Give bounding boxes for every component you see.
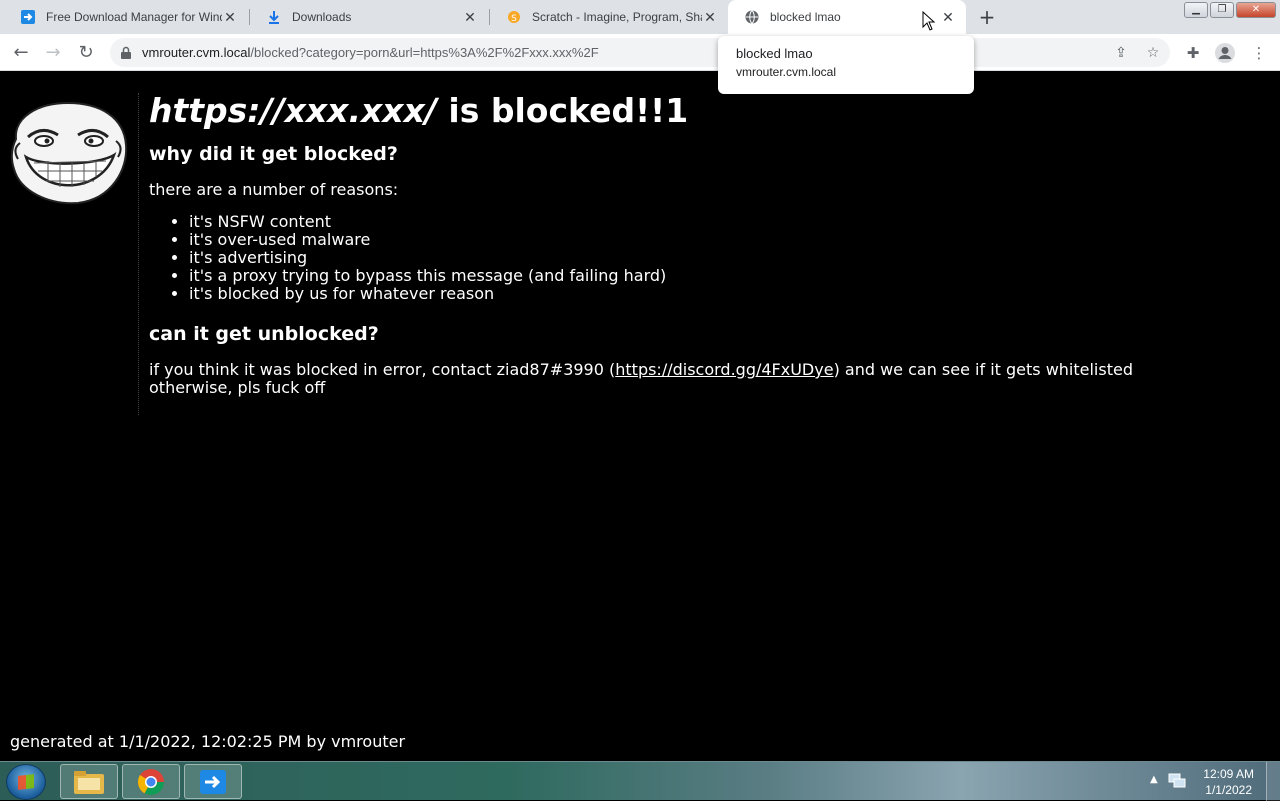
- address-bar[interactable]: vmrouter.cvm.local/blocked?category=porn…: [110, 38, 1170, 67]
- menu-kebab-icon[interactable]: ⋮: [1248, 42, 1270, 64]
- tab-title: Downloads: [292, 10, 352, 24]
- scratch-icon: S: [508, 11, 520, 24]
- hover-card-host: vmrouter.cvm.local: [736, 65, 837, 79]
- window-controls: ▁ ❐ ✕: [1184, 2, 1276, 18]
- tab-free-download-manager[interactable]: Free Download Manager for Windows ✕: [4, 0, 248, 34]
- close-tab-icon[interactable]: ✕: [222, 9, 238, 25]
- url-host: vmrouter.cvm.local: [142, 45, 251, 60]
- taskbar-chrome[interactable]: [122, 764, 180, 799]
- chrome-icon: [137, 768, 165, 795]
- taskbar-file-explorer[interactable]: [60, 764, 118, 799]
- blocked-suffix: is blocked!!1: [448, 91, 689, 130]
- taskbar: ▲ 12:09 AM 1/1/2022: [0, 761, 1280, 801]
- show-desktop-button[interactable]: [1266, 762, 1280, 801]
- globe-icon: [745, 10, 759, 24]
- reason-item: it's NSFW content: [189, 213, 1259, 231]
- close-window-button[interactable]: ✕: [1236, 2, 1276, 18]
- page-title: https://xxx.xxx/ is blocked!!1: [149, 91, 1259, 131]
- discord-link[interactable]: https://discord.gg/4FxUDye: [615, 360, 833, 379]
- close-tab-icon[interactable]: ✕: [940, 9, 956, 25]
- url-text[interactable]: vmrouter.cvm.local/blocked?category=porn…: [142, 45, 599, 60]
- back-button[interactable]: ←: [9, 41, 33, 65]
- close-tab-icon[interactable]: ✕: [462, 9, 478, 25]
- contact-paragraph: if you think it was blocked in error, co…: [149, 361, 1259, 397]
- blocked-page: https://xxx.xxx/ is blocked!!1 why did i…: [0, 71, 1280, 761]
- why-heading: why did it get blocked?: [149, 143, 398, 165]
- clock-time: 12:09 AM: [1203, 767, 1254, 781]
- contact-line2: otherwise, pls fuck off: [149, 378, 326, 397]
- start-button[interactable]: [6, 764, 46, 800]
- extensions-icon[interactable]: ✚: [1182, 42, 1204, 64]
- tab-title: Scratch - Imagine, Program, Share: [532, 10, 702, 24]
- mouse-cursor-icon: [922, 11, 936, 31]
- minimize-button[interactable]: ▁: [1184, 2, 1208, 18]
- clock[interactable]: 12:09 AM 1/1/2022: [1203, 766, 1254, 798]
- taskbar-fdm[interactable]: [184, 764, 242, 799]
- network-icon[interactable]: [1168, 773, 1186, 789]
- tab-downloads[interactable]: Downloads ✕: [250, 0, 488, 34]
- reasons-intro: there are a number of reasons:: [149, 180, 399, 199]
- tab-title: Free Download Manager for Windows: [46, 10, 222, 24]
- reason-item: it's blocked by us for whatever reason: [189, 285, 1259, 303]
- svg-text:S: S: [511, 14, 517, 24]
- reload-button[interactable]: ↻: [74, 41, 98, 65]
- new-tab-button[interactable]: +: [974, 5, 1000, 31]
- clock-date: 1/1/2022: [1205, 783, 1252, 797]
- content-divider: [138, 93, 139, 415]
- bookmark-star-icon[interactable]: ☆: [1143, 43, 1163, 63]
- fdm-icon: [21, 10, 35, 24]
- maximize-button[interactable]: ❐: [1210, 2, 1234, 18]
- tab-title: blocked lmao: [770, 10, 841, 24]
- contact-suffix: ) and we can see if it gets whitelisted: [833, 360, 1133, 379]
- reason-item: it's over-used malware: [189, 231, 1259, 249]
- fdm-icon: [200, 769, 226, 794]
- system-tray: ▲ 12:09 AM 1/1/2022: [1140, 762, 1280, 801]
- profile-avatar-icon[interactable]: [1214, 42, 1236, 64]
- tab-strip: Free Download Manager for Windows ✕ Down…: [0, 0, 1280, 34]
- lock-icon[interactable]: [120, 46, 132, 60]
- reason-item: it's a proxy trying to bypass this messa…: [189, 267, 1259, 285]
- tab-scratch[interactable]: S Scratch - Imagine, Program, Share ✕: [490, 0, 728, 34]
- reasons-list: it's NSFW content it's over-used malware…: [149, 213, 1259, 303]
- trollface-image: [10, 101, 128, 205]
- tray-expand-icon[interactable]: ▲: [1150, 774, 1158, 785]
- forward-button[interactable]: →: [41, 41, 65, 65]
- blocked-url: https://xxx.xxx/: [149, 91, 437, 130]
- contact-prefix: if you think it was blocked in error, co…: [149, 360, 616, 379]
- browser-toolbar: ← → ↻ vmrouter.cvm.local/blocked?categor…: [0, 34, 1280, 71]
- unblock-heading: can it get unblocked?: [149, 323, 379, 345]
- url-path: /blocked?category=porn&url=https%3A%2F%2…: [250, 45, 599, 60]
- tab-hover-card: blocked lmao vmrouter.cvm.local: [718, 36, 974, 94]
- reason-item: it's advertising: [189, 249, 1259, 267]
- file-explorer-icon: [74, 770, 104, 794]
- download-icon: [269, 11, 279, 24]
- close-tab-icon[interactable]: ✕: [702, 9, 718, 25]
- blocked-message: https://xxx.xxx/ is blocked!!1 why did i…: [149, 91, 1259, 397]
- hover-card-title: blocked lmao: [736, 46, 813, 61]
- generated-footer: generated at 1/1/2022, 12:02:25 PM by vm…: [10, 732, 406, 751]
- share-icon[interactable]: ⇪: [1111, 43, 1131, 63]
